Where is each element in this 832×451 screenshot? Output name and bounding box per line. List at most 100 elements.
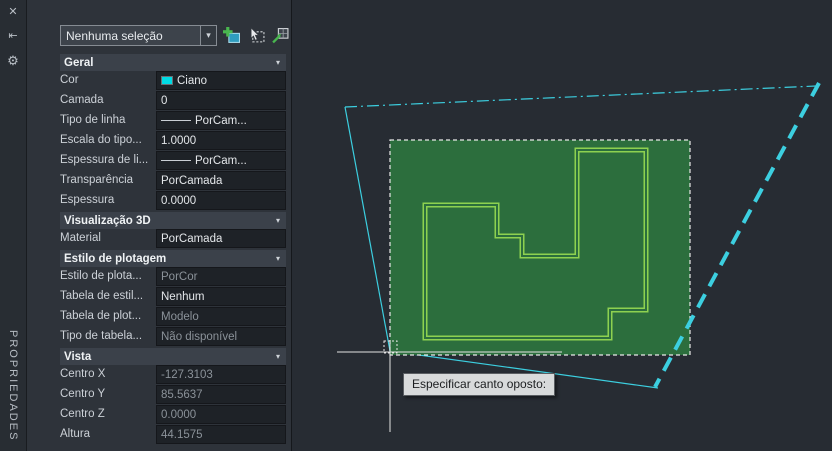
property-row[interactable]: Transparência PorCamada — [60, 171, 286, 190]
property-value-text: PorCor — [161, 270, 198, 283]
property-value-text: PorCam... — [195, 154, 247, 167]
boundary-left-line[interactable] — [344, 106, 391, 352]
property-row[interactable]: Altura 44.1575 — [60, 425, 286, 444]
quick-select-icon — [223, 27, 241, 43]
palette-title: PROPRIEDADES — [7, 329, 19, 441]
property-value-text: Não disponível — [161, 330, 238, 343]
toggle-pickadd-icon — [272, 28, 289, 44]
property-row[interactable]: Espessura 0.0000 — [60, 191, 286, 210]
property-value: Modelo — [156, 307, 286, 326]
property-row[interactable]: Centro X -127.3103 — [60, 365, 286, 384]
property-value-text: 0 — [161, 94, 168, 107]
property-label: Centro Z — [60, 408, 105, 420]
property-value[interactable]: 0 — [156, 91, 286, 110]
section-collapse-chevron-icon[interactable]: ▾ — [276, 352, 280, 361]
property-label: Centro X — [60, 368, 106, 380]
quick-select-sheet — [228, 32, 241, 43]
section-header[interactable]: Vista ▾ — [60, 348, 286, 365]
property-value[interactable]: Ciano — [156, 71, 286, 90]
property-value[interactable]: PorCam... — [156, 151, 286, 170]
property-value[interactable]: PorCamada — [156, 171, 286, 190]
property-value-text: 1.0000 — [161, 134, 197, 147]
property-row[interactable]: Estilo de plota... PorCor — [60, 267, 286, 286]
property-value-text: 0.0000 — [161, 408, 197, 421]
property-row[interactable]: Centro Y 85.5637 — [60, 385, 286, 404]
boundary-top-line[interactable] — [344, 85, 817, 108]
autohide-icon[interactable]: ⇤ — [5, 28, 22, 45]
property-value-text: Modelo — [161, 310, 199, 323]
property-label: Centro Y — [60, 388, 106, 400]
property-row[interactable]: Tipo de tabela... Não disponível — [60, 327, 286, 346]
selection-dropdown[interactable]: Nenhuma seleção ▾ — [60, 25, 218, 46]
property-value: -127.3103 — [156, 365, 286, 384]
quick-select-button[interactable] — [222, 26, 242, 46]
property-row[interactable]: Cor Ciano — [60, 71, 286, 90]
property-value-text: Nenhum — [161, 290, 205, 303]
property-value[interactable]: 1.0000 — [156, 131, 286, 150]
property-value: 85.5637 — [156, 385, 286, 404]
property-label: Material — [60, 232, 101, 244]
section-title: Visualização 3D — [64, 214, 151, 227]
property-value: PorCor — [156, 267, 286, 286]
property-value-text: PorCamada — [161, 232, 223, 245]
plus-icon-h — [223, 30, 233, 34]
property-value: 44.1575 — [156, 425, 286, 444]
property-value[interactable]: PorCamada — [156, 229, 286, 248]
property-label: Camada — [60, 94, 104, 106]
settings-icon[interactable]: ⚙ — [5, 52, 22, 69]
property-value: Não disponível — [156, 327, 286, 346]
property-value-text: 0.0000 — [161, 194, 197, 207]
close-icon[interactable]: ✕ — [5, 4, 22, 21]
property-value-text: 44.1575 — [161, 428, 203, 441]
section-title: Estilo de plotagem — [64, 252, 167, 265]
linetype-preview-icon — [161, 160, 191, 161]
property-row[interactable]: Material PorCamada — [60, 229, 286, 248]
property-row[interactable]: Tabela de estil... Nenhum — [60, 287, 286, 306]
property-label: Tabela de estil... — [60, 290, 144, 302]
property-value[interactable]: PorCam... — [156, 111, 286, 130]
property-label: Escala do tipo... — [60, 134, 142, 146]
property-label: Transparência — [60, 174, 134, 186]
property-row[interactable]: Camada 0 — [60, 91, 286, 110]
section-title: Geral — [64, 56, 94, 69]
property-row[interactable]: Centro Z 0.0000 — [60, 405, 286, 424]
color-swatch — [161, 76, 173, 85]
property-value[interactable]: 0.0000 — [156, 191, 286, 210]
toggle-pickadd-button[interactable] — [271, 26, 291, 46]
property-label: Espessura — [60, 194, 115, 206]
section-header[interactable]: Geral ▾ — [60, 54, 286, 71]
property-value-text: PorCam... — [195, 114, 247, 127]
section-header[interactable]: Visualização 3D ▾ — [60, 212, 286, 229]
property-value-text: 85.5637 — [161, 388, 203, 401]
property-row[interactable]: Tabela de plot... Modelo — [60, 307, 286, 326]
property-label: Estilo de plota... — [60, 270, 142, 282]
drawing-area[interactable]: Especificar canto oposto: — [292, 0, 832, 451]
properties-panel: Nenhuma seleção ▾ Geral ▾ Cor Ciano Cama… — [27, 0, 292, 451]
section-header[interactable]: Estilo de plotagem ▾ — [60, 250, 286, 267]
selection-dropdown-value: Nenhuma seleção — [66, 28, 163, 43]
property-row[interactable]: Escala do tipo... 1.0000 — [60, 131, 286, 150]
property-value: 0.0000 — [156, 405, 286, 424]
drawing-svg — [337, 82, 821, 432]
chevron-down-icon[interactable]: ▾ — [200, 26, 217, 45]
property-value[interactable]: Nenhum — [156, 287, 286, 306]
property-label: Cor — [60, 74, 79, 86]
section-collapse-chevron-icon[interactable]: ▾ — [276, 216, 280, 225]
property-label: Tipo de tabela... — [60, 330, 143, 342]
property-value-text: Ciano — [177, 74, 208, 87]
linetype-preview-icon — [161, 120, 191, 121]
property-row[interactable]: Tipo de linha PorCam... — [60, 111, 286, 130]
palette-toolbar: Nenhuma seleção ▾ — [27, 25, 291, 46]
command-prompt-tooltip: Especificar canto oposto: — [403, 373, 556, 396]
property-label: Tabela de plot... — [60, 310, 142, 322]
autocad-window: ✕ ⇤ ⚙ PROPRIEDADES Nenhuma seleção ▾ Ger… — [0, 0, 832, 451]
section-collapse-chevron-icon[interactable]: ▾ — [276, 254, 280, 263]
section-title: Vista — [64, 350, 92, 363]
properties-sections: Geral ▾ Cor Ciano Camada 0 Tipo de linha PorCam… — [27, 54, 291, 444]
palette-titlebar: ✕ ⇤ ⚙ PROPRIEDADES — [0, 0, 27, 451]
select-objects-button[interactable] — [247, 26, 267, 46]
property-value-text: PorCamada — [161, 174, 223, 187]
property-row[interactable]: Espessura de li... PorCam... — [60, 151, 286, 170]
section-collapse-chevron-icon[interactable]: ▾ — [276, 58, 280, 67]
property-label: Altura — [60, 428, 91, 440]
